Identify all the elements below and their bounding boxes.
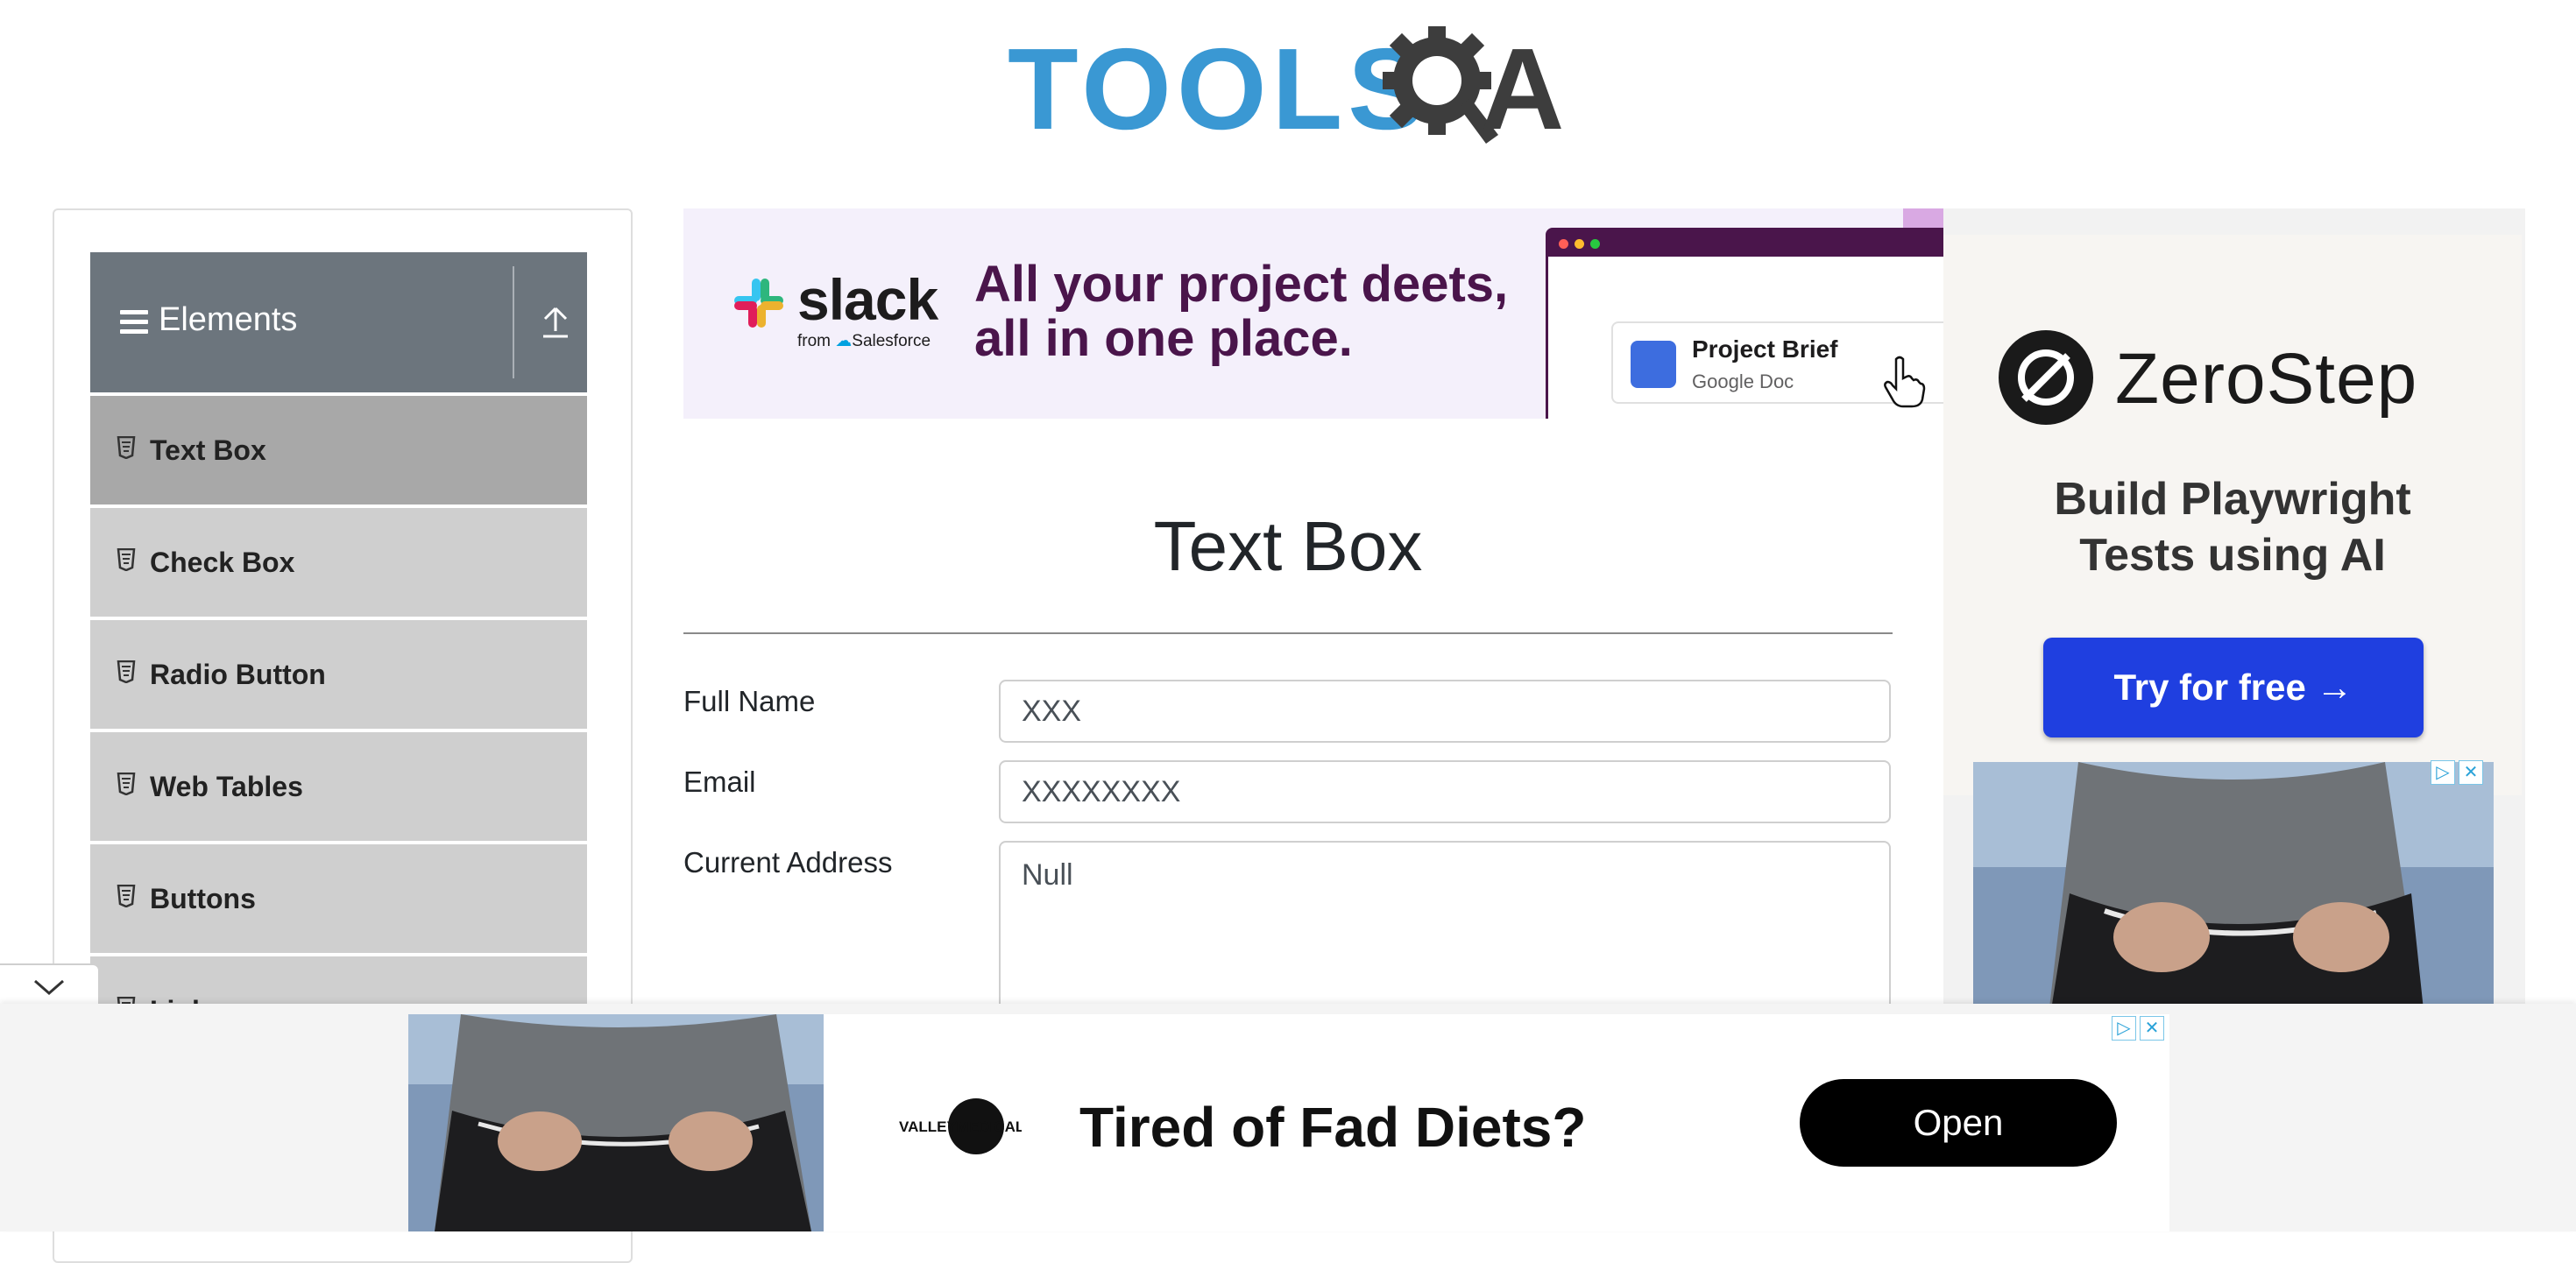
elements-group-header[interactable]: Elements: [90, 252, 587, 392]
title-divider: [683, 632, 1893, 634]
logo-text: TOOLS: [1008, 25, 1431, 153]
html5-icon: [117, 436, 136, 459]
html5-icon: [117, 773, 136, 795]
ad-collapse-toggle[interactable]: [0, 963, 100, 1007]
valley-medical-text: VALLEYMEDICAL: [899, 1118, 1022, 1135]
ad-close-icon[interactable]: ✕: [2140, 1016, 2164, 1041]
slack-headline: All your project deets, all in one place…: [974, 258, 1508, 366]
doc-subtitle: Google Doc: [1692, 370, 1794, 392]
headline-line-1: All your project deets,: [974, 256, 1509, 313]
collapse-up-icon[interactable]: [541, 305, 570, 340]
html5-icon: [117, 885, 136, 907]
slack-banner-ad[interactable]: slack from ☁Salesforce All your project …: [683, 208, 1945, 419]
ad-info-icon[interactable]: ▷: [2112, 1016, 2136, 1041]
headline-line-2: all in one place.: [974, 310, 1353, 367]
current-address-label: Current Address: [683, 846, 893, 878]
ad-choices[interactable]: ▷ ✕: [2431, 760, 2483, 785]
open-button[interactable]: Open: [1800, 1079, 2117, 1167]
zerostep-card: ZeroStep Build Playwright Tests using AI…: [1943, 235, 2522, 795]
html5-icon: [117, 660, 136, 683]
html5-icon: [117, 548, 136, 571]
subtitle-line-2: Tests using AI: [2079, 530, 2386, 581]
sidebar-item-text-box[interactable]: Text Box: [90, 396, 587, 508]
sidebar-item-label: Buttons: [150, 883, 256, 914]
sidebar-item-web-tables[interactable]: Web Tables: [90, 732, 587, 844]
email-label: Email: [683, 766, 756, 798]
hand-cursor-icon: [1884, 356, 1926, 408]
slack-from-text: from ☁Salesforce: [797, 331, 931, 351]
full-name-input[interactable]: [999, 680, 1891, 743]
document-icon: [1631, 341, 1676, 388]
sidebar-item-radio-button[interactable]: Radio Button: [90, 620, 587, 732]
from-label: from: [797, 332, 831, 350]
zerostep-wordmark: ZeroStep: [2115, 339, 2418, 419]
sidebar-item-label: Check Box: [150, 547, 295, 578]
sidebar-item-label: Web Tables: [150, 771, 303, 802]
page-title: Text Box: [1153, 507, 1423, 585]
cloud-icon: ☁: [835, 332, 853, 350]
ad-info-icon[interactable]: ▷: [2431, 760, 2455, 785]
toolsqa-logo[interactable]: TOOLS A: [1008, 16, 1577, 156]
salesforce-label: Salesforce: [852, 332, 931, 350]
zerostep-ad[interactable]: ZeroStep Build Playwright Tests using AI…: [1943, 208, 2525, 1084]
ad-photo: [408, 1014, 824, 1231]
menu-icon: [120, 310, 148, 335]
chevron-down-icon: [34, 979, 64, 995]
ad-close-icon[interactable]: ✕: [2459, 760, 2483, 785]
logo-letter-a: A: [1481, 25, 1565, 153]
bottom-banner-ad[interactable]: VALLEYMEDICAL Tired of Fad Diets? Open ▷…: [408, 1014, 2169, 1231]
subtitle-line-1: Build Playwright: [2054, 474, 2411, 525]
doc-title: Project Brief: [1692, 335, 1838, 363]
try-for-free-button[interactable]: Try for free →: [2043, 638, 2424, 737]
group-title: Elements: [159, 301, 298, 338]
valley-medical-logo: VALLEYMEDICAL: [899, 1091, 1024, 1161]
zerostep-logo-icon: [1999, 330, 2093, 425]
email-input[interactable]: [999, 760, 1891, 823]
sidebar-item-buttons[interactable]: Buttons: [90, 844, 587, 956]
header-divider: [513, 266, 514, 378]
sidebar-item-check-box[interactable]: Check Box: [90, 508, 587, 620]
slack-wordmark: slack: [797, 267, 938, 332]
zerostep-subtitle: Build Playwright Tests using AI: [1943, 471, 2522, 583]
slack-logo-icon: [734, 279, 783, 328]
ad-corner-decoration: [1903, 208, 1945, 228]
sidebar-item-label: Text Box: [150, 434, 266, 466]
ad-choices[interactable]: ▷ ✕: [2112, 1016, 2164, 1041]
sidebar-item-label: Radio Button: [150, 659, 326, 690]
full-name-label: Full Name: [683, 685, 816, 717]
bottom-ad-headline: Tired of Fad Diets?: [1079, 1096, 1587, 1159]
